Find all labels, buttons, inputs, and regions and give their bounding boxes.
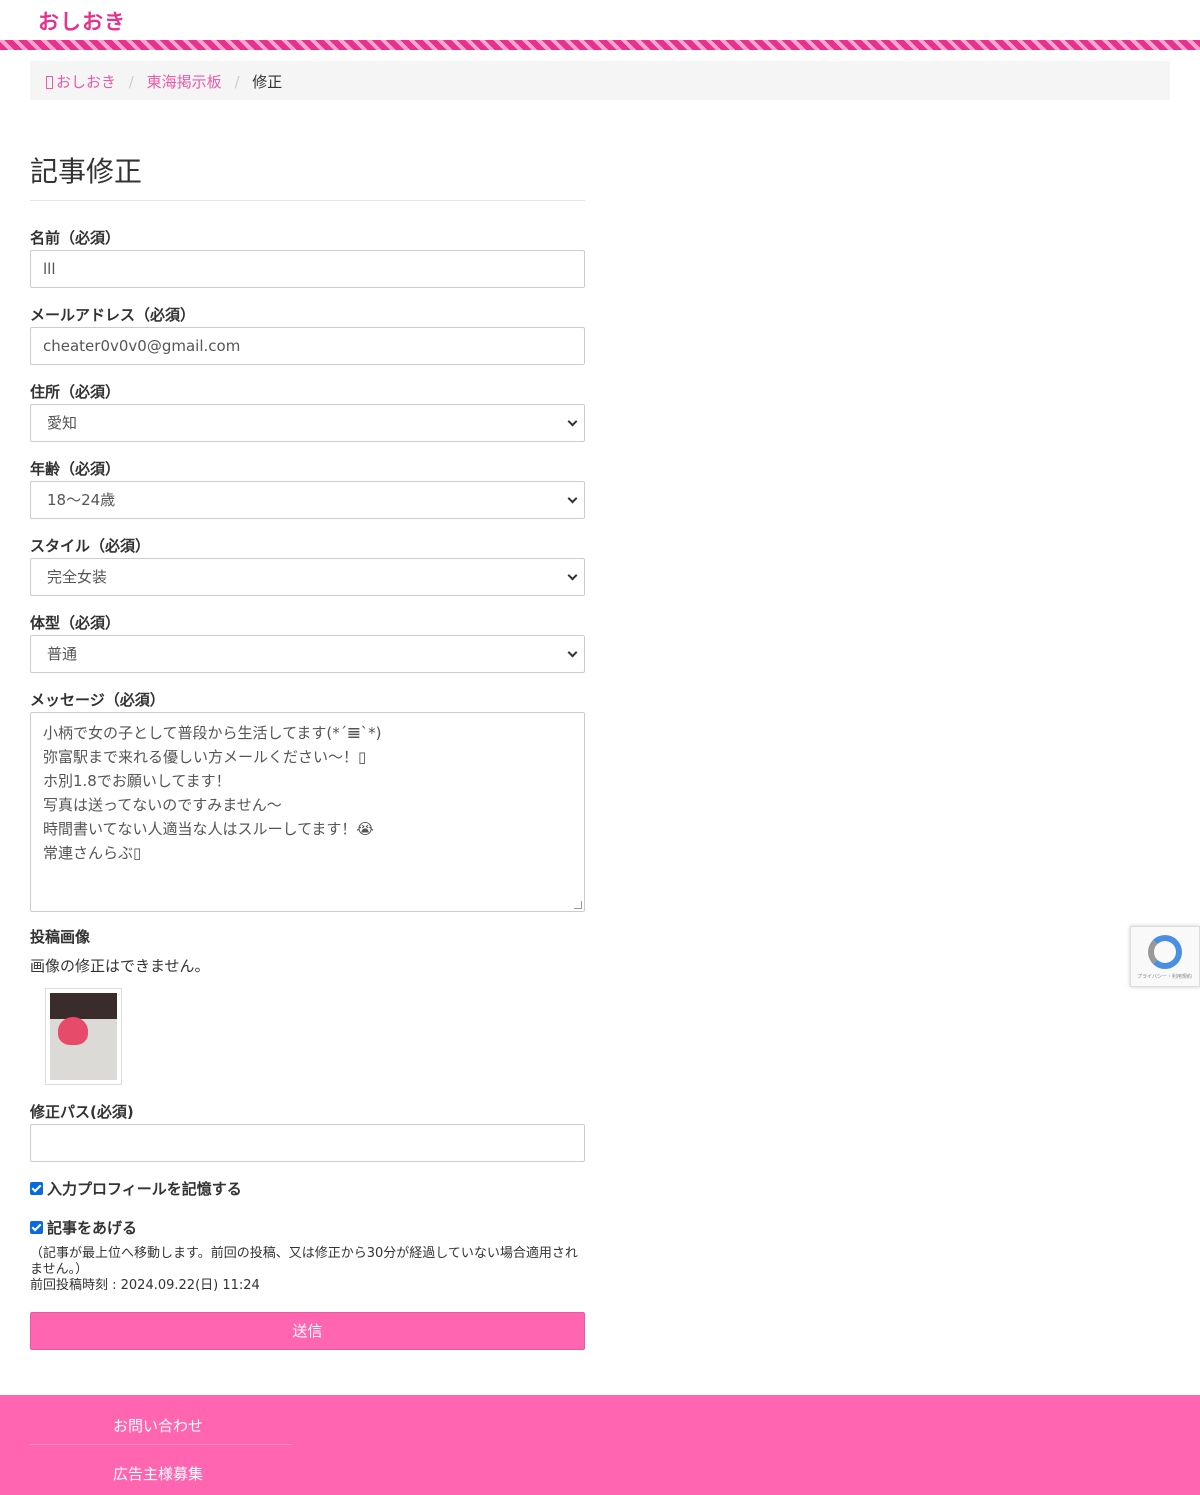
style-label: スタイル（必須） bbox=[30, 537, 151, 555]
chevron-down-icon bbox=[567, 493, 578, 504]
home-icon bbox=[46, 76, 53, 89]
footer: お問い合わせ 広告主様募集 bbox=[0, 1395, 1200, 1495]
breadcrumb-home-label: おしおき bbox=[56, 73, 117, 91]
raise-post-checkbox[interactable]: 記事をあげる bbox=[30, 1217, 585, 1238]
body-type-select[interactable]: 普通 bbox=[30, 635, 585, 673]
body-type-select-value: 普通 bbox=[47, 645, 78, 663]
message-line: 時間書いてない人適当な人はスルーしてます！😭 bbox=[43, 820, 374, 838]
edit-pass-input[interactable] bbox=[30, 1124, 585, 1162]
site-logo[interactable]: おしおき bbox=[38, 10, 126, 34]
last-post-time: 前回投稿時刻 : 2024.09.22(日) 11:24 bbox=[30, 1278, 260, 1293]
body-type-label: 体型（必須） bbox=[30, 614, 121, 632]
page-title: 記事修正 bbox=[30, 150, 585, 201]
style-select-value: 完全女装 bbox=[47, 568, 108, 586]
breadcrumb-home[interactable]: おしおき bbox=[46, 73, 116, 91]
breadcrumb-board[interactable]: 東海掲示板 bbox=[147, 73, 222, 91]
breadcrumb-separator: / bbox=[128, 73, 134, 91]
message-line: 写真は送ってないのですみません〜 bbox=[43, 796, 282, 814]
checkbox-checked-icon[interactable] bbox=[30, 1221, 43, 1234]
breadcrumb: おしおき / 東海掲示板 / 修正 bbox=[30, 61, 1170, 100]
chevron-down-icon bbox=[567, 416, 578, 427]
age-select-value: 18〜24歳 bbox=[47, 491, 116, 509]
remember-profile-label: 入力プロフィールを記憶する bbox=[47, 1180, 242, 1198]
recaptcha-icon bbox=[1148, 935, 1182, 969]
age-select[interactable]: 18〜24歳 bbox=[30, 481, 585, 519]
message-line: ホ別1.8でお願いしてます！ bbox=[43, 772, 231, 790]
raise-post-label: 記事をあげる bbox=[47, 1219, 138, 1237]
name-input[interactable]: lll bbox=[30, 250, 585, 288]
message-line: 常連さんらぶ▯ bbox=[43, 844, 142, 862]
footer-contact-link[interactable]: お問い合わせ bbox=[113, 1415, 203, 1436]
message-line: 弥富駅まで来れる優しい方メールください〜！▯ bbox=[43, 748, 367, 766]
resize-handle-icon[interactable] bbox=[574, 901, 582, 909]
message-line: 小柄で女の子として普段から生活してます(*´𝌆`*) bbox=[43, 724, 382, 742]
raise-note: （記事が最上位へ移動します。前回の投稿、又は修正から30分が経過していない場合適… bbox=[30, 1246, 578, 1277]
remember-profile-checkbox[interactable]: 入力プロフィールを記憶する bbox=[30, 1178, 585, 1199]
name-label: 名前（必須） bbox=[30, 229, 121, 247]
edit-form: 記事修正 名前（必須） lll メールアドレス（必須） cheater0v0v0… bbox=[30, 150, 585, 1350]
header: おしおき bbox=[0, 0, 1200, 40]
address-select[interactable]: 愛知 bbox=[30, 404, 585, 442]
post-image-thumbnail bbox=[45, 988, 122, 1085]
image-label: 投稿画像 bbox=[30, 928, 91, 946]
address-label: 住所（必須） bbox=[30, 383, 121, 401]
submit-button[interactable]: 送信 bbox=[30, 1312, 585, 1350]
post-image bbox=[50, 993, 117, 1080]
footer-ads-link[interactable]: 広告主様募集 bbox=[113, 1463, 203, 1484]
breadcrumb-current: 修正 bbox=[252, 73, 283, 91]
message-label: メッセージ（必須） bbox=[30, 691, 165, 709]
email-label: メールアドレス（必須） bbox=[30, 306, 196, 324]
chevron-down-icon bbox=[567, 570, 578, 581]
recaptcha-badge[interactable]: プライバシー・利用規約 bbox=[1130, 926, 1200, 987]
style-select[interactable]: 完全女装 bbox=[30, 558, 585, 596]
checkbox-checked-icon[interactable] bbox=[30, 1182, 43, 1195]
message-textarea[interactable]: 小柄で女の子として普段から生活してます(*´𝌆`*) 弥富駅まで来れる優しい方メ… bbox=[30, 712, 585, 912]
heart-sticker-icon bbox=[58, 1017, 88, 1045]
email-input[interactable]: cheater0v0v0@gmail.com bbox=[30, 327, 585, 365]
footer-divider bbox=[30, 1444, 292, 1445]
header-stripe bbox=[0, 40, 1200, 50]
age-label: 年齢（必須） bbox=[30, 460, 121, 478]
chevron-down-icon bbox=[567, 647, 578, 658]
breadcrumb-separator: / bbox=[234, 73, 240, 91]
address-select-value: 愛知 bbox=[47, 414, 78, 432]
pass-label: 修正パス(必須) bbox=[30, 1103, 134, 1121]
recaptcha-text[interactable]: プライバシー・利用規約 bbox=[1137, 973, 1192, 980]
image-note: 画像の修正はできません。 bbox=[30, 957, 210, 975]
